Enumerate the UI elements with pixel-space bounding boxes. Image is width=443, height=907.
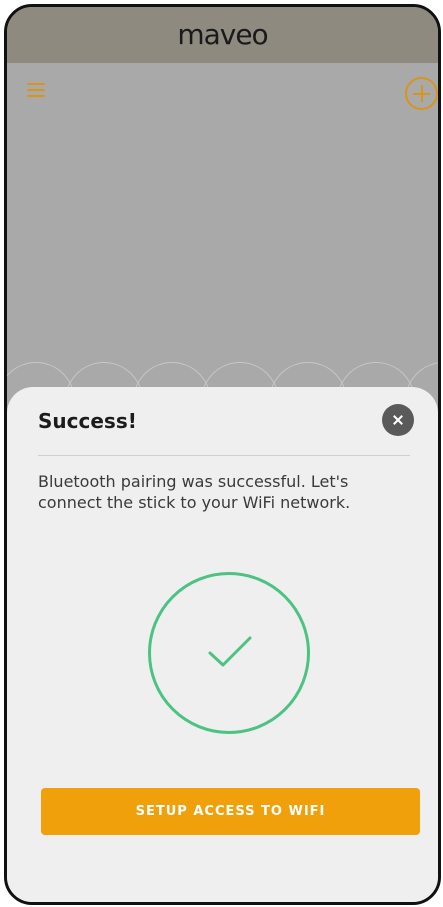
dialog-message: Bluetooth pairing was successful. Let's … [38, 472, 351, 512]
add-device-button[interactable] [405, 77, 438, 110]
top-bar: maveo [7, 7, 438, 63]
check-circle-icon [148, 572, 310, 734]
setup-wifi-button[interactable]: SETUP ACCESS TO WIFI [41, 788, 420, 835]
divider [38, 455, 410, 456]
app-logo: maveo [177, 18, 268, 51]
dialog-title: Success! [38, 409, 137, 433]
close-icon[interactable] [382, 404, 414, 436]
check-icon [208, 636, 252, 667]
app-screen: maveo Success! Bluetooth pairing was suc… [4, 4, 441, 905]
hamburger-menu-icon[interactable] [27, 83, 45, 97]
success-bottom-sheet: Success! Bluetooth pairing was successfu… [7, 387, 438, 902]
